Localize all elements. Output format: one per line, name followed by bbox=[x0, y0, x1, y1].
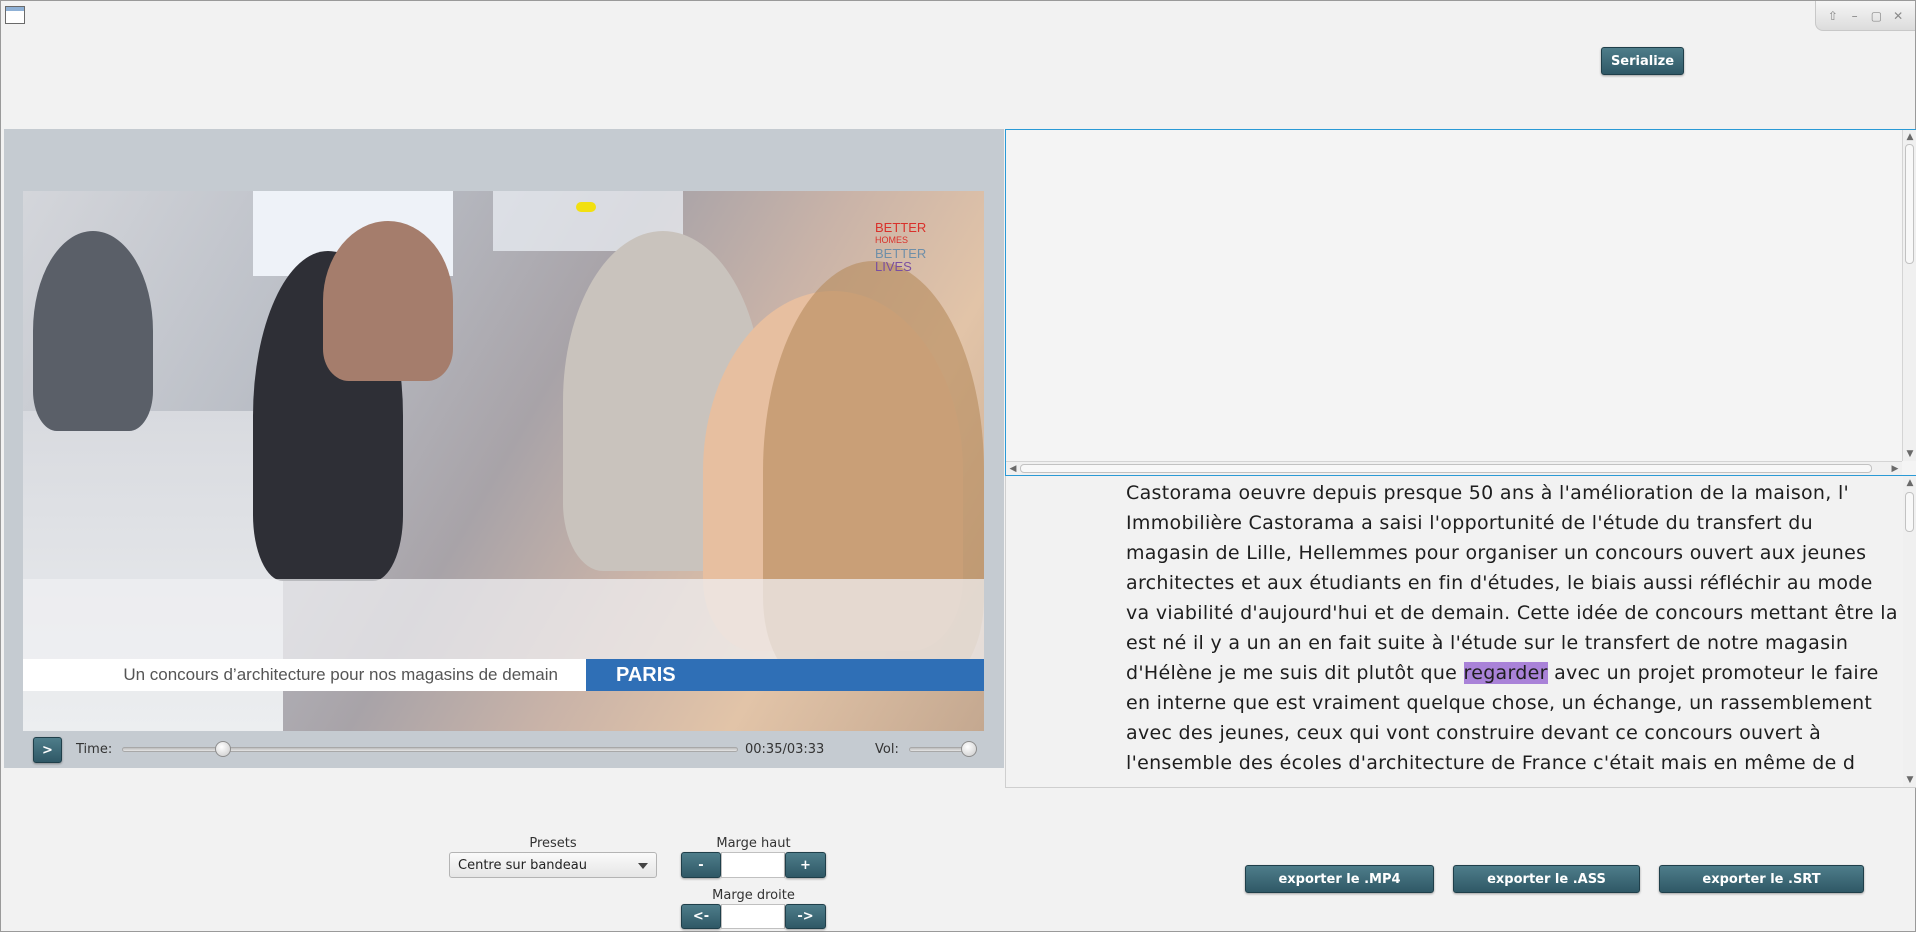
scroll-up-icon[interactable]: ▲ bbox=[1904, 477, 1916, 489]
export-ass-button[interactable]: exporter le .ASS bbox=[1453, 865, 1640, 893]
scene-person-1 bbox=[33, 231, 153, 431]
serialize-button[interactable]: Serialize bbox=[1601, 47, 1684, 75]
marge-droite-right-button[interactable]: -> bbox=[785, 904, 826, 929]
brand-line: BETTER bbox=[875, 220, 927, 235]
scene-person-2-head bbox=[323, 221, 453, 381]
scroll-left-icon[interactable]: ◀ bbox=[1007, 463, 1019, 475]
minimize-icon[interactable]: – bbox=[1847, 8, 1863, 24]
scroll-right-icon[interactable]: ▶ bbox=[1889, 463, 1901, 475]
presets-selected-value: Centre sur bandeau bbox=[458, 857, 588, 873]
volume-slider[interactable] bbox=[909, 747, 969, 752]
play-button[interactable]: > bbox=[33, 737, 62, 763]
lower-third-caption: Un concours d’architecture pour nos maga… bbox=[23, 659, 586, 691]
scroll-thumb[interactable] bbox=[1020, 464, 1872, 473]
transcript-vertical-scrollbar[interactable]: ▲ ▼ bbox=[1903, 476, 1916, 787]
transcript-segment: Castorama oeuvre depuis presque 50 ans à… bbox=[1126, 482, 1898, 684]
time-slider-thumb[interactable] bbox=[215, 741, 232, 757]
marge-droite-label: Marge droite bbox=[712, 888, 795, 903]
time-label: Time: bbox=[76, 742, 113, 757]
transcript-pane[interactable]: Castorama oeuvre depuis presque 50 ans à… bbox=[1005, 476, 1916, 788]
marge-droite-field[interactable] bbox=[721, 904, 785, 929]
up-icon[interactable]: ⇧ bbox=[1825, 8, 1841, 24]
lower-third: Un concours d’architecture pour nos maga… bbox=[23, 659, 984, 691]
chevron-down-icon bbox=[638, 863, 648, 869]
app-window: ⇧ – ▢ ✕ Serialize BETTER HOMES BETTER LI… bbox=[0, 0, 1916, 932]
editor-horizontal-scrollbar[interactable]: ◀ ▶ bbox=[1006, 461, 1902, 475]
title-bar: ⇧ – ▢ ✕ bbox=[1, 1, 1915, 31]
close-icon[interactable]: ✕ bbox=[1890, 8, 1906, 24]
video-frame[interactable]: BETTER HOMES BETTER LIVES Un concours d’… bbox=[23, 191, 984, 731]
overlay-band bbox=[23, 579, 984, 659]
marge-haut-label: Marge haut bbox=[716, 836, 791, 851]
scroll-thumb[interactable] bbox=[1905, 144, 1914, 264]
video-pane: BETTER HOMES BETTER LIVES Un concours d’… bbox=[4, 129, 1004, 768]
current-word-highlight[interactable]: regarder bbox=[1463, 662, 1548, 684]
scroll-thumb[interactable] bbox=[1905, 492, 1914, 532]
maximize-icon[interactable]: ▢ bbox=[1868, 8, 1884, 24]
transcript-text[interactable]: Castorama oeuvre depuis presque 50 ans à… bbox=[1126, 478, 1898, 778]
marge-haut-minus-button[interactable]: - bbox=[681, 852, 721, 878]
scroll-up-icon[interactable]: ▲ bbox=[1904, 131, 1916, 143]
export-mp4-button[interactable]: exporter le .MP4 bbox=[1245, 865, 1434, 893]
marge-haut-plus-button[interactable]: + bbox=[785, 852, 826, 878]
window-controls: ⇧ – ▢ ✕ bbox=[1815, 1, 1915, 31]
marge-droite-left-button[interactable]: <- bbox=[681, 904, 721, 929]
editor-vertical-scrollbar[interactable]: ▲ ▼ bbox=[1902, 130, 1916, 461]
presets-label: Presets bbox=[529, 836, 577, 851]
volume-slider-thumb[interactable] bbox=[961, 741, 977, 757]
marge-haut-field[interactable] bbox=[721, 852, 785, 878]
export-srt-button[interactable]: exporter le .SRT bbox=[1659, 865, 1864, 893]
subtitle-editor[interactable]: ▲ ▼ ◀ ▶ bbox=[1005, 129, 1916, 476]
scroll-down-icon[interactable]: ▼ bbox=[1904, 448, 1916, 460]
presets-dropdown[interactable]: Centre sur bandeau bbox=[449, 852, 657, 878]
window-icon bbox=[5, 6, 25, 24]
lower-third-location: PARIS bbox=[586, 659, 984, 691]
lower-third-dot bbox=[576, 202, 596, 212]
brand-line: LIVES bbox=[875, 259, 912, 274]
time-value: 00:35/03:33 bbox=[745, 742, 825, 757]
volume-label: Vol: bbox=[875, 742, 899, 757]
brand-logo: BETTER HOMES BETTER LIVES bbox=[875, 221, 926, 273]
scroll-down-icon[interactable]: ▼ bbox=[1904, 774, 1916, 786]
